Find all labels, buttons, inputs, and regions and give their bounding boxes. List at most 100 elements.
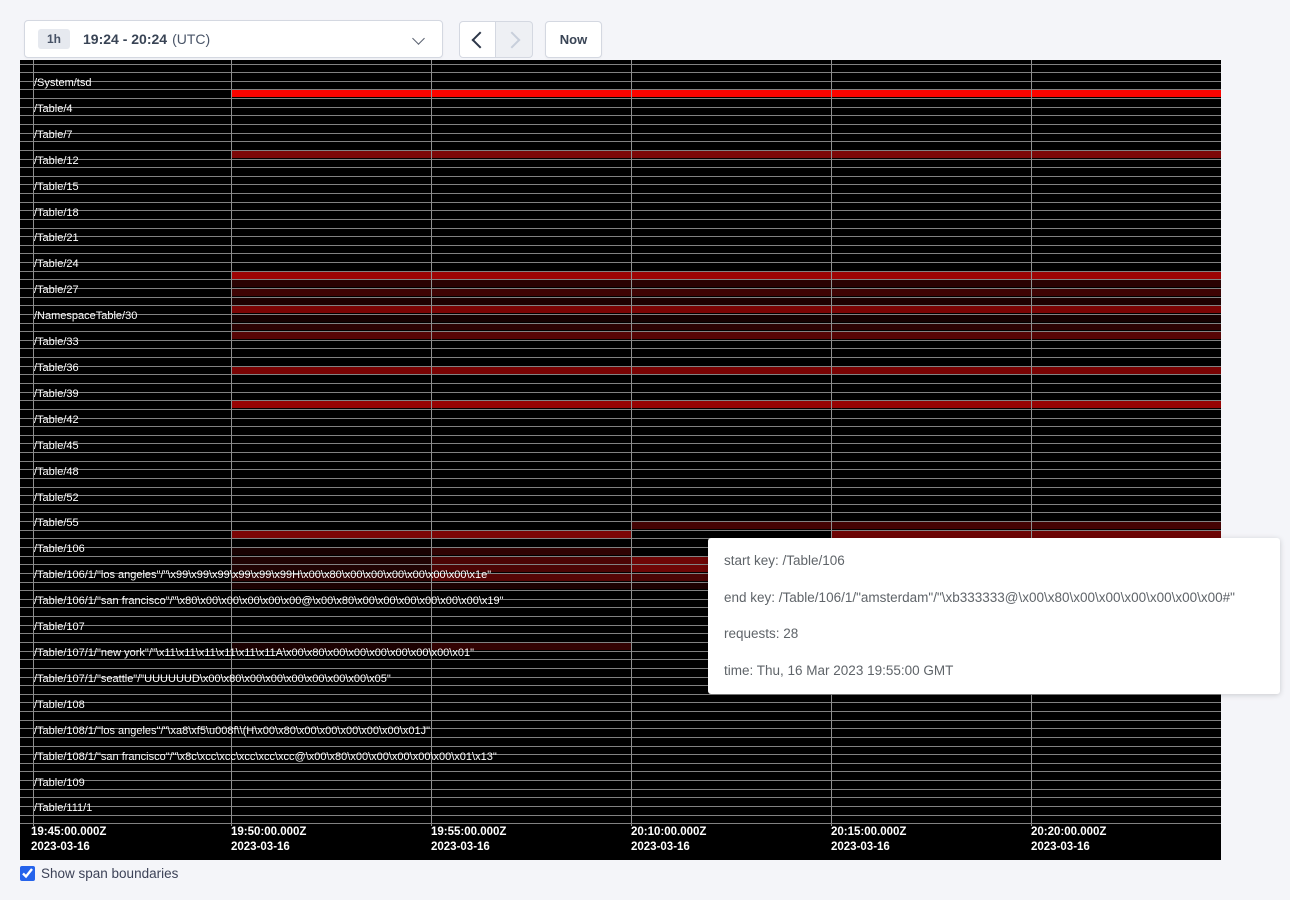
- span-boundary-line: [20, 81, 1221, 82]
- toolbar: 1h 19:24 - 20:24 (UTC) Now: [0, 0, 1290, 60]
- span-boundary-line: [20, 780, 1221, 781]
- span-boundary-line: [20, 167, 1221, 168]
- hover-tooltip: start key: /Table/106 end key: /Table/10…: [708, 538, 1280, 694]
- span-label: /Table/39: [34, 387, 79, 401]
- span-boundary-line: [20, 124, 1221, 125]
- time-tick-date: 2023-03-16: [431, 841, 490, 853]
- time-tick-date: 2023-03-16: [31, 841, 90, 853]
- heat-band: [231, 306, 1221, 313]
- time-tick-date: 2023-03-16: [1031, 841, 1090, 853]
- span-boundary-line: [20, 184, 1221, 185]
- time-tick-date: 2023-03-16: [831, 841, 890, 853]
- span-boundary-line: [20, 340, 1221, 341]
- now-button[interactable]: Now: [545, 21, 602, 58]
- span-label: /Table/106: [34, 542, 85, 556]
- span-boundary-line: [20, 210, 1221, 211]
- time-gridline: [431, 60, 432, 826]
- arrow-left-icon: [471, 31, 488, 48]
- heat-band: [231, 556, 431, 563]
- span-boundary-line: [20, 245, 1221, 246]
- time-range-selector[interactable]: 1h 19:24 - 20:24 (UTC): [24, 20, 443, 58]
- span-label: /Table/27: [34, 283, 79, 297]
- time-gridline: [831, 60, 832, 826]
- span-boundary-line: [20, 418, 1221, 419]
- heat-band: [231, 548, 431, 555]
- span-label: /Table/4: [34, 102, 73, 116]
- span-boundary-line: [20, 400, 1221, 401]
- span-boundary-line: [20, 297, 1221, 298]
- span-label: /Table/18: [34, 206, 79, 220]
- prev-range-button[interactable]: [459, 21, 496, 58]
- time-tick-label: 20:15:00.000Z: [831, 826, 906, 838]
- span-label: /NamespaceTable/30: [34, 309, 137, 323]
- span-label: /Table/12: [34, 154, 79, 168]
- span-label: /Table/24: [34, 257, 79, 271]
- time-tick-date: 2023-03-16: [231, 841, 290, 853]
- show-span-boundaries-checkbox[interactable]: [20, 866, 35, 881]
- span-label: /Table/108/1/"san francisco"/"\x8c\xcc\x…: [34, 750, 497, 764]
- span-label: /Table/7: [34, 128, 73, 142]
- span-boundary-line: [20, 323, 1221, 324]
- span-boundary-line: [20, 702, 1221, 703]
- time-tick-label: 19:55:00.000Z: [431, 826, 506, 838]
- time-tick-label: 19:50:00.000Z: [231, 826, 306, 838]
- span-label: /Table/106/1/"los angeles"/"\x99\x99\x99…: [34, 568, 491, 582]
- span-boundary-line: [20, 487, 1221, 488]
- next-range-button[interactable]: [496, 21, 533, 58]
- span-boundary-line: [20, 797, 1221, 798]
- span-boundary-line: [20, 133, 1221, 134]
- span-label: /Table/106/1/"san francisco"/"\x80\x00\x…: [34, 594, 504, 608]
- span-boundary-line: [20, 374, 1221, 375]
- span-boundary-line: [20, 435, 1221, 436]
- time-nav-group: [459, 21, 533, 58]
- span-boundary-line: [20, 176, 1221, 177]
- tooltip-end-key: end key: /Table/106/1/"amsterdam"/"\xb33…: [724, 588, 1264, 608]
- span-boundary-line: [20, 746, 1221, 747]
- span-boundary-line: [20, 452, 1221, 453]
- span-boundary-line: [20, 98, 1221, 99]
- span-boundary-line: [20, 461, 1221, 462]
- span-boundary-line: [20, 72, 1221, 73]
- heat-band: [231, 280, 1221, 287]
- span-boundary-line: [20, 789, 1221, 790]
- time-tick-label: 19:45:00.000Z: [31, 826, 106, 838]
- span-boundary-line: [20, 806, 1221, 807]
- span-label: /Table/108/1/"los angeles"/"\xa8\xf5\u00…: [34, 724, 430, 738]
- span-boundary-line: [20, 150, 1221, 151]
- span-label: /Table/55: [34, 516, 79, 530]
- show-span-boundaries-control[interactable]: Show span boundaries: [20, 866, 178, 881]
- span-boundary-line: [20, 262, 1221, 263]
- tooltip-time: time: Thu, 16 Mar 2023 19:55:00 GMT: [724, 661, 1264, 681]
- span-boundary-line: [20, 141, 1221, 142]
- span-boundary-line: [20, 89, 1221, 90]
- heat-band: [231, 151, 1221, 158]
- heat-band: [231, 315, 1221, 322]
- span-boundary-line: [20, 331, 1221, 332]
- keyvis-heatmap[interactable]: /System/tsd/Table/4/Table/7/Table/12/Tab…: [20, 60, 1221, 860]
- span-label: /Table/52: [34, 491, 79, 505]
- span-boundary-line: [20, 469, 1221, 470]
- heat-band: [431, 548, 631, 555]
- span-label: /Table/108: [34, 698, 85, 712]
- span-boundary-line: [20, 288, 1221, 289]
- span-boundary-line: [20, 711, 1221, 712]
- span-boundary-line: [20, 383, 1221, 384]
- time-gridline: [231, 60, 232, 826]
- time-gridline: [631, 60, 632, 826]
- time-tick-label: 20:20:00.000Z: [1031, 826, 1106, 838]
- span-label: /Table/107/1/"new york"/"\x11\x11\x11\x1…: [34, 646, 474, 660]
- span-boundary-line: [20, 115, 1221, 116]
- span-boundary-line: [20, 219, 1221, 220]
- span-label: /Table/36: [34, 361, 79, 375]
- span-label: /Table/107: [34, 620, 85, 634]
- arrow-right-icon: [504, 31, 521, 48]
- span-boundary-line: [20, 815, 1221, 816]
- time-gridline: [1031, 60, 1032, 826]
- span-boundary-line: [20, 202, 1221, 203]
- span-label: /Table/48: [34, 465, 79, 479]
- span-boundary-line: [20, 426, 1221, 427]
- span-boundary-line: [20, 771, 1221, 772]
- heat-band: [431, 556, 631, 563]
- span-boundary-line: [20, 253, 1221, 254]
- heat-band: [231, 272, 1221, 279]
